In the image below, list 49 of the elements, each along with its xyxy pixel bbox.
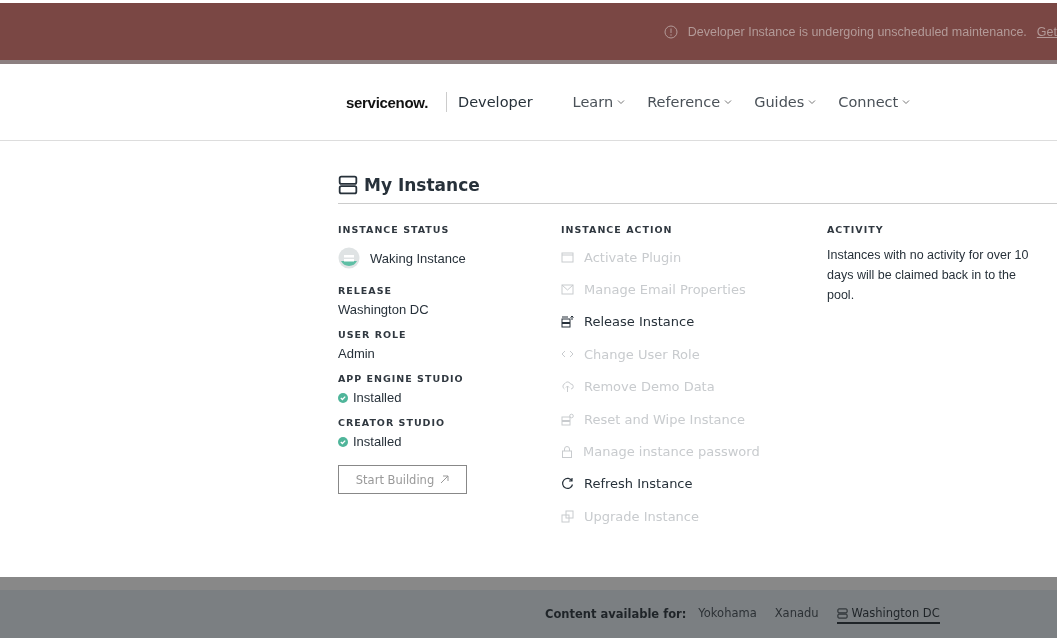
- chevron-icon: [808, 99, 817, 105]
- nav-link[interactable]: Reference: [647, 94, 733, 110]
- field-heading: APP ENGINE STUDIO: [338, 373, 465, 384]
- field-value: Washington DC: [338, 302, 430, 317]
- activity-text: Instances with no activity for over 10 days will be claimed back in to the pool.: [827, 247, 1030, 304]
- field-heading: INSTANCE ACTION: [561, 224, 674, 235]
- nav-link[interactable]: Guides: [754, 94, 817, 110]
- code-icon: [561, 349, 574, 360]
- field-heading: INSTANCE STATUS: [338, 224, 451, 235]
- instance-action[interactable]: Refresh Instance: [561, 467, 827, 501]
- field-heading: CREATOR STUDIO: [338, 417, 447, 428]
- cloud-icon: [561, 380, 574, 393]
- logo[interactable]: servicenow.: [346, 93, 429, 111]
- info-icon: [663, 24, 678, 39]
- check-circle-icon: [338, 436, 348, 447]
- refresh-icon: [561, 477, 574, 491]
- nav-link[interactable]: Learn: [572, 94, 626, 110]
- check-circle-icon: [338, 392, 348, 403]
- chevron-icon: [902, 99, 911, 105]
- field-heading: USER ROLE: [338, 329, 408, 340]
- instance-status-icon: [338, 247, 360, 269]
- window-icon: [561, 251, 574, 264]
- field-value: Installed: [353, 390, 402, 405]
- copy-icon: [561, 509, 574, 523]
- server-upload-icon: [561, 315, 574, 329]
- field-heading: RELEASE: [338, 285, 394, 296]
- server-reset-icon: [561, 412, 574, 426]
- lock-icon: [561, 445, 573, 459]
- status-value: Waking Instance: [370, 250, 466, 266]
- version-link[interactable]: Yokohama: [698, 604, 757, 624]
- section-title: My Instance: [364, 175, 480, 195]
- field-value: Admin: [338, 346, 376, 361]
- footer-label: Content available for:: [545, 607, 687, 621]
- chevron-icon: [724, 99, 733, 105]
- version-link[interactable]: Washington DC: [836, 604, 940, 624]
- nav-link[interactable]: Connect: [838, 94, 911, 110]
- instance-action[interactable]: Release Instance: [561, 305, 827, 339]
- server-icon: [338, 175, 358, 195]
- version-link[interactable]: Xanadu: [774, 604, 819, 624]
- banner-link[interactable]: Get: [1036, 24, 1057, 39]
- banner-message: Developer Instance is undergoing unscheduled maintenance.: [687, 24, 1027, 39]
- chevron-icon: [617, 99, 626, 105]
- field-value: Installed: [353, 434, 402, 449]
- start-building-button[interactable]: Start Building: [338, 465, 467, 494]
- field-heading: ACTIVITY: [827, 224, 885, 235]
- external-arrow-icon: [440, 475, 450, 484]
- mail-icon: [561, 284, 574, 296]
- product-name: Developer: [458, 94, 533, 110]
- server-icon: [836, 607, 848, 619]
